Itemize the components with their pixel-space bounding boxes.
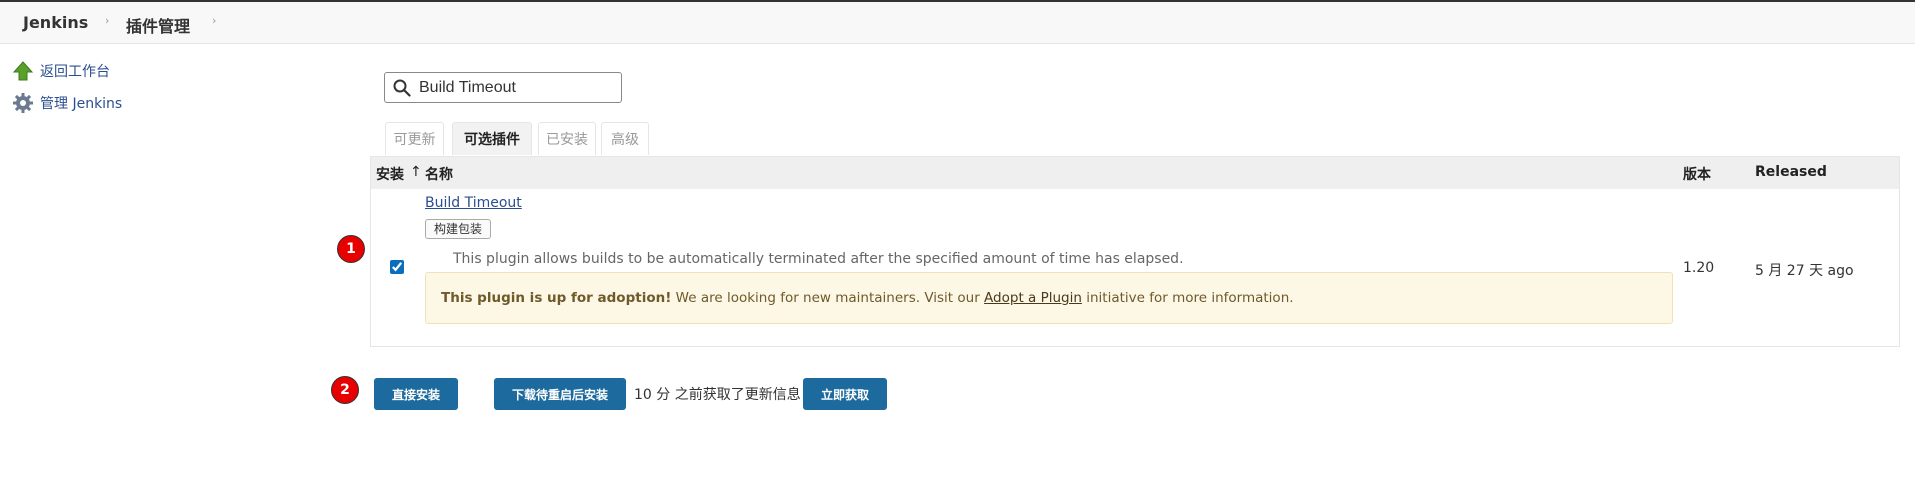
annotation-badge-1: 1 [337,235,365,263]
breadcrumb-home[interactable]: Jenkins [23,13,88,32]
plugin-version: 1.20 [1683,260,1715,276]
tab-advanced[interactable]: 高级 [601,122,649,155]
sidebar-item-back-dashboard[interactable]: 返回工作台 [12,60,110,82]
install-now-button[interactable]: 直接安装 [374,378,458,410]
adoption-text-end: initiative for more information. [1081,290,1294,306]
annotation-badge-2: 2 [331,376,359,404]
header-name[interactable]: 名称 [425,164,453,184]
breadcrumb-separator-dropdown[interactable]: › [212,14,216,27]
search-input[interactable] [419,77,614,98]
adoption-notice: This plugin is up for adoption! We are l… [425,272,1673,324]
search-icon [393,79,411,97]
plugin-category-tag[interactable]: 构建包装 [425,219,492,239]
download-restart-button[interactable]: 下载待重启后安装 [494,378,626,410]
install-checkbox[interactable] [390,260,404,274]
plugin-description: This plugin allows builds to be automati… [453,251,1184,267]
tab-updates[interactable]: 可更新 [385,122,444,155]
fetch-now-button[interactable]: 立即获取 [803,378,887,410]
adopt-a-plugin-link[interactable]: Adopt a Plugin [984,290,1082,306]
update-info-text: 10 分 之前获取了更新信息 [634,387,801,403]
plugin-search[interactable] [384,72,622,103]
header-released[interactable]: Released [1755,164,1827,180]
breadcrumb-separator: › [105,14,110,27]
breadcrumb: Jenkins › 插件管理 › [0,2,1915,44]
table-header: 安装 ↑ 名称 版本 Released [371,157,1899,189]
plugin-released: 5 月 27 天 ago [1755,263,1854,279]
plugin-name-link[interactable]: Build Timeout [425,195,522,211]
header-install[interactable]: 安装 [376,164,404,184]
sidebar-item-label: 管理 Jenkins [40,96,123,112]
breadcrumb-current[interactable]: 插件管理 [126,13,190,37]
sidebar-item-label: 返回工作台 [40,64,110,80]
gear-icon [12,92,34,114]
adoption-text: We are looking for new maintainers. Visi… [671,290,985,306]
tab-installed[interactable]: 已安装 [538,122,596,155]
adoption-title: This plugin is up for adoption! [441,290,672,306]
sidebar-item-manage-jenkins[interactable]: 管理 Jenkins [12,92,122,114]
header-version[interactable]: 版本 [1683,164,1711,184]
tab-available[interactable]: 可选插件 [452,122,532,155]
plugin-table: 安装 ↑ 名称 版本 Released Build Timeout 构建包装 T… [370,156,1900,347]
up-arrow-icon [12,60,34,82]
sort-indicator[interactable]: ↑ [410,164,422,180]
